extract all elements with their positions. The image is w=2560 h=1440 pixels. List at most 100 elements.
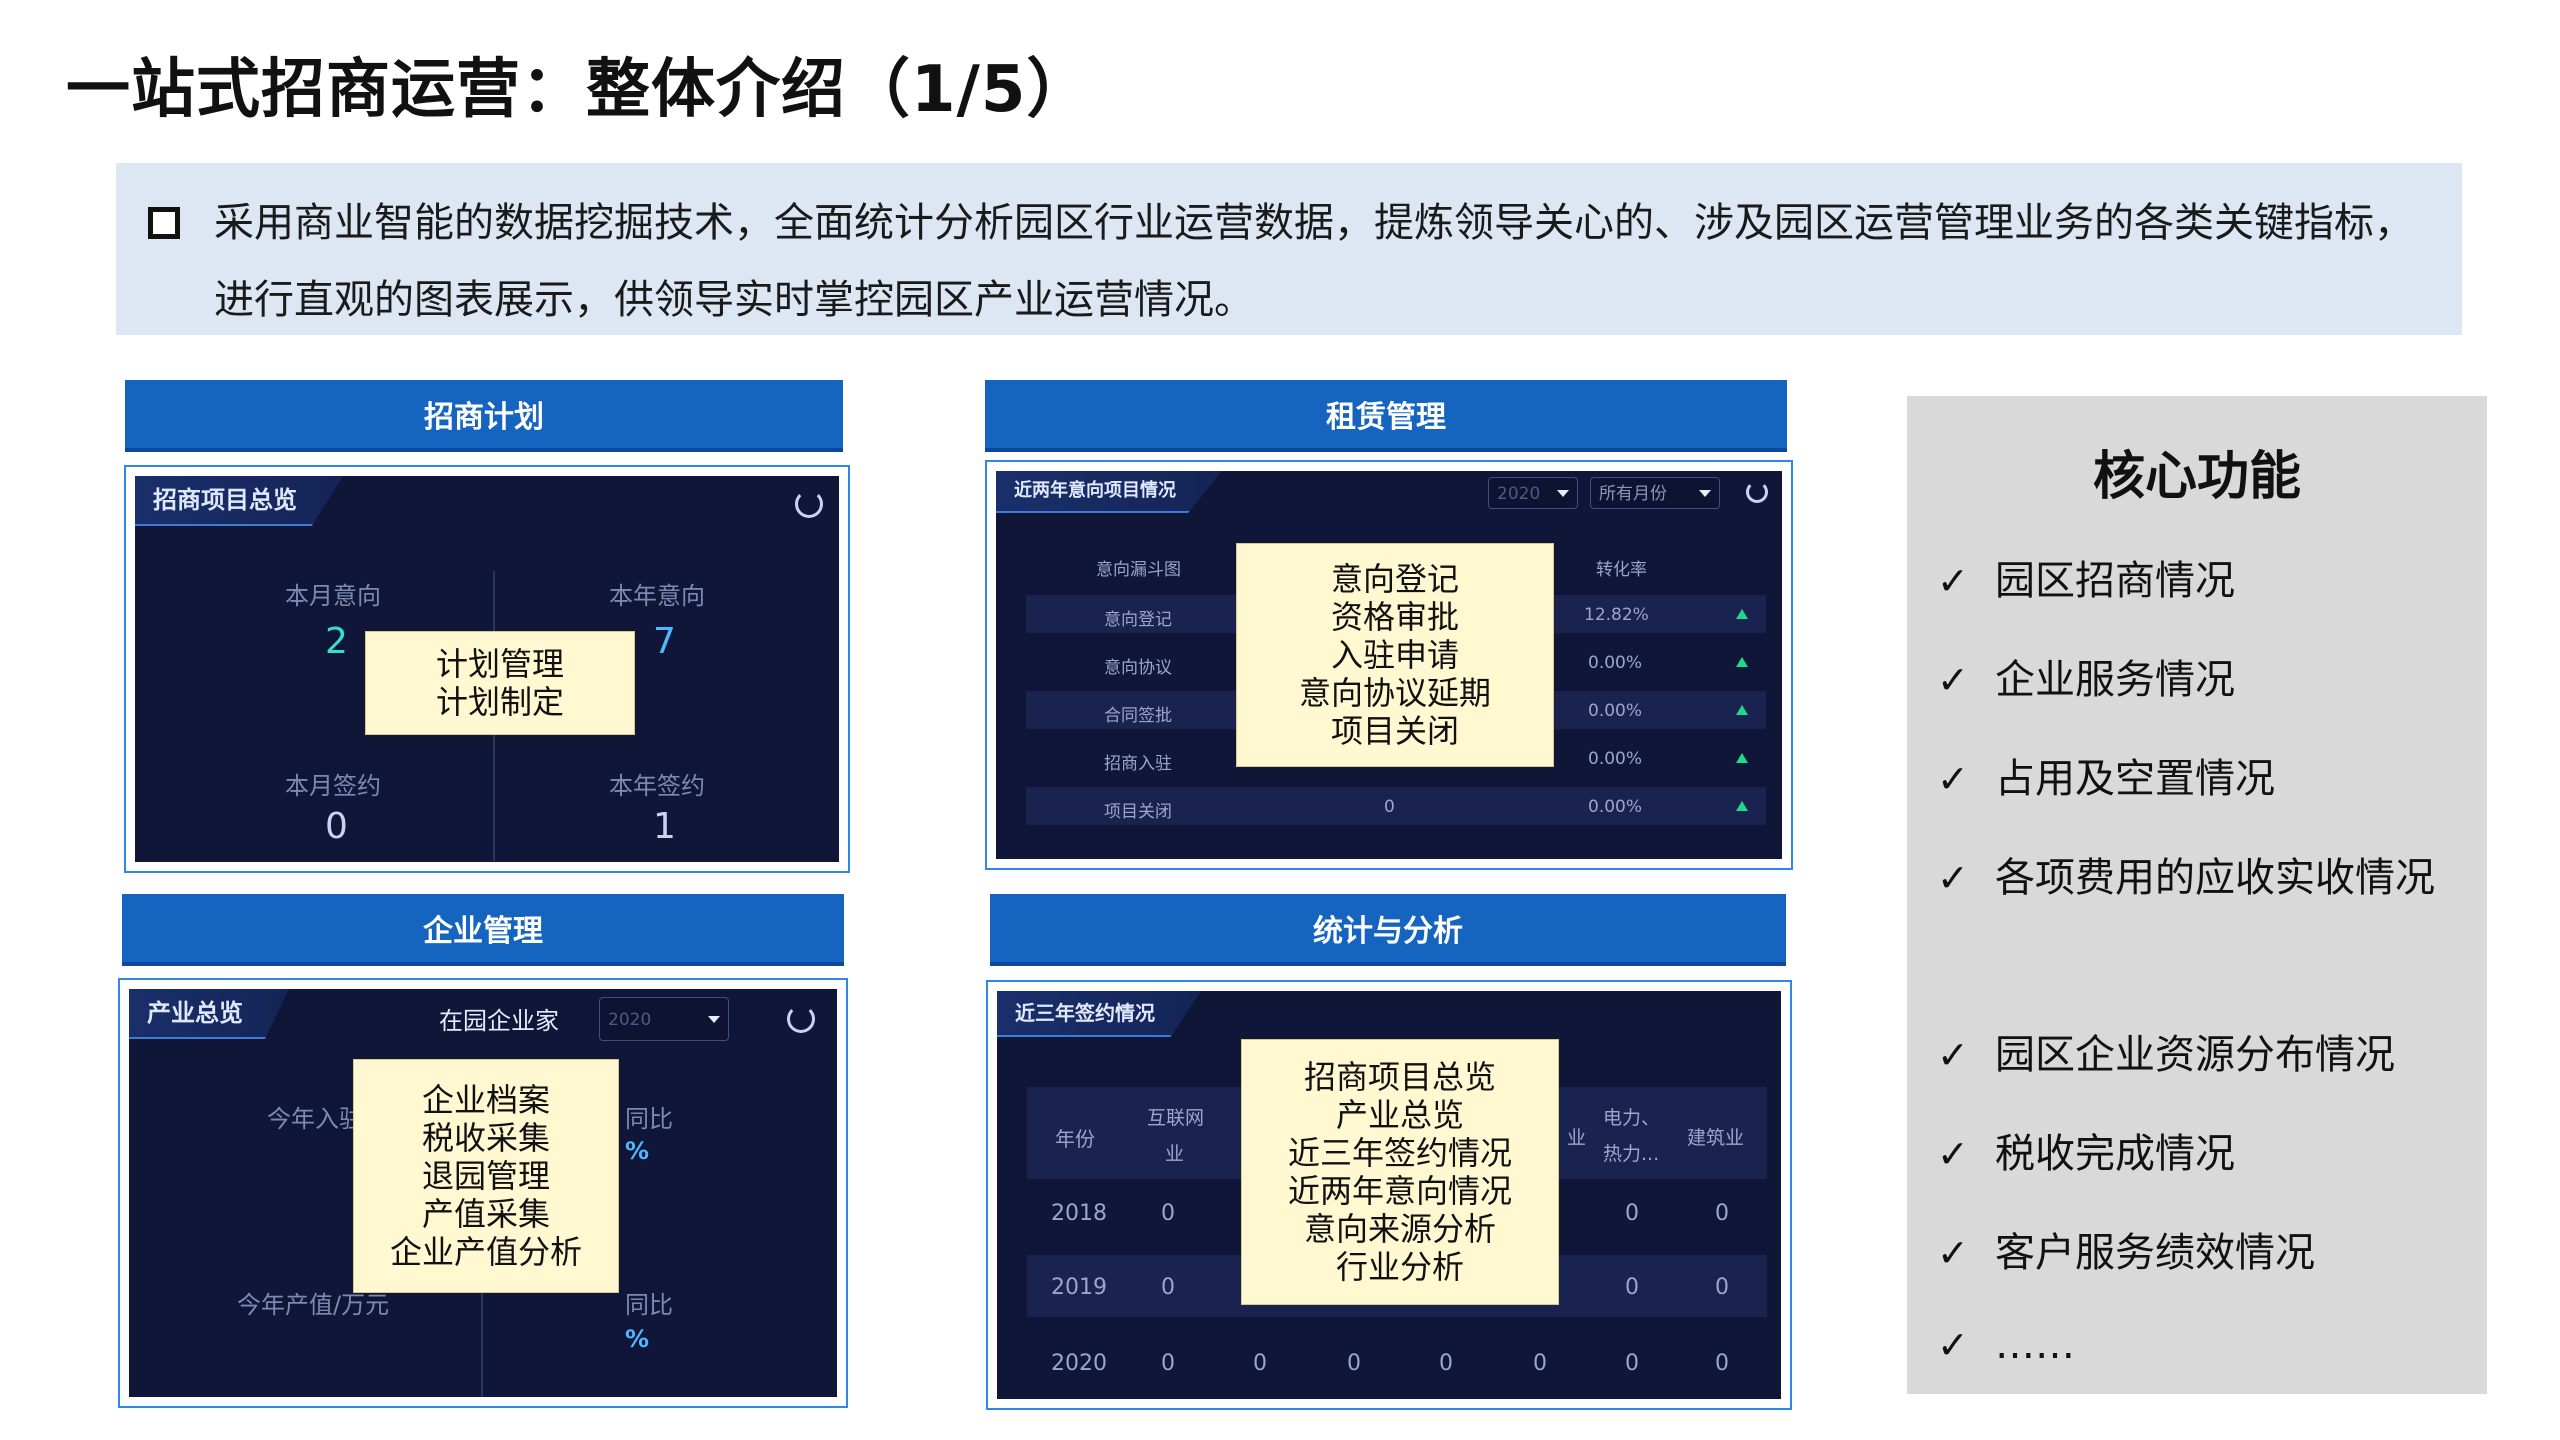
funnel-col-header: 意向漏斗图 xyxy=(1096,560,1181,580)
year-sign-label: 本年签约 xyxy=(609,772,705,800)
row-name: 合同签批 xyxy=(1104,706,1172,726)
row-value: 0 xyxy=(1715,1275,1729,1300)
core-functions-title: 核心功能 xyxy=(2092,447,2301,507)
core-item-label: 园区企业资源分布情况 xyxy=(1995,1032,2395,1078)
intro-box: 采用商业智能的数据挖掘技术，全面统计分析园区行业运营数据，提炼领导关心的、涉及园… xyxy=(116,163,2462,335)
entry-label: 今年入驻 xyxy=(267,1105,363,1133)
core-item: ✓ 客户服务绩效情况 xyxy=(1937,1214,2467,1292)
chevron-down-icon xyxy=(1699,490,1711,497)
core-item: ✓ 各项费用的应收实收情况 xyxy=(1937,839,2467,917)
row-name: 意向登记 xyxy=(1104,610,1172,630)
check-icon: ✓ xyxy=(1937,559,1969,603)
partial-col-header: 业 xyxy=(1567,1127,1587,1149)
enterprise-tab: 产业总览 xyxy=(129,989,289,1039)
core-item-label: 企业服务情况 xyxy=(1995,657,2235,703)
callout-line: 行业分析 xyxy=(1335,1248,1464,1286)
row-value: 0 xyxy=(1625,1351,1639,1376)
yoy-percent: % xyxy=(625,1325,650,1353)
check-icon: ✓ xyxy=(1937,1033,1969,1077)
year-select-value: 2020 xyxy=(1497,484,1541,504)
build-col-header: 建筑业 xyxy=(1687,1127,1745,1149)
plan-screenshot: 招商项目总览 本月意向 2 本年意向 7 本月签约 0 本年签约 1 计划管理 … xyxy=(124,465,850,873)
row-year: 2020 xyxy=(1051,1351,1107,1376)
up-arrow-icon xyxy=(1736,753,1748,763)
refresh-icon[interactable] xyxy=(787,1005,815,1033)
month-select[interactable]: 所有月份 xyxy=(1590,477,1720,509)
callout-line: 计划管理 xyxy=(435,645,564,683)
year-select-value: 2020 xyxy=(608,1010,652,1030)
year-select[interactable]: 2020 xyxy=(599,997,729,1041)
year-col-header: 年份 xyxy=(1055,1127,1095,1151)
up-arrow-icon xyxy=(1736,801,1748,811)
rate-col-header: 转化率 xyxy=(1596,560,1647,580)
year-select[interactable]: 2020 xyxy=(1488,477,1578,509)
lease-dashboard: 近两年意向项目情况 2020 所有月份 意向漏斗图 转化率 意向登记 12.82… xyxy=(996,471,1782,859)
core-item: ✓ 税收完成情况 xyxy=(1937,1115,2467,1193)
callout-line: 意向来源分析 xyxy=(1303,1210,1496,1248)
internet-col-header: 互联网 xyxy=(1147,1107,1205,1129)
plan-section-header: 招商计划 xyxy=(125,380,843,452)
check-icon: ✓ xyxy=(1937,1323,1969,1367)
callout-line: 近两年意向情况 xyxy=(1287,1172,1512,1210)
core-functions-panel: 核心功能 ✓ 园区招商情况 ✓ 企业服务情况 ✓ 占用及空置情况 ✓ 各项费用的应收实收… xyxy=(1907,396,2487,1394)
core-item: ✓ 园区招商情况 xyxy=(1937,542,2467,620)
stats-section-header: 统计与分析 xyxy=(990,894,1786,966)
callout-line: 项目关闭 xyxy=(1330,712,1459,750)
refresh-icon xyxy=(795,490,823,518)
row-rate: 0.00% xyxy=(1588,797,1643,817)
callout-line: 退园管理 xyxy=(421,1157,550,1195)
yoy-label: 同比 xyxy=(625,1105,673,1133)
row-year: 2019 xyxy=(1051,1275,1107,1300)
callout-line: 近三年签约情况 xyxy=(1287,1134,1512,1172)
row-value: 0 xyxy=(1161,1275,1175,1300)
chevron-down-icon xyxy=(1557,490,1569,497)
row-name: 项目关闭 xyxy=(1104,802,1172,822)
chevron-down-icon xyxy=(708,1016,720,1023)
check-icon: ✓ xyxy=(1937,1132,1969,1176)
lease-screenshot: 近两年意向项目情况 2020 所有月份 意向漏斗图 转化率 意向登记 12.82… xyxy=(985,460,1793,870)
row-value: 0 xyxy=(1161,1201,1175,1226)
stats-feature-callout: 招商项目总览 产业总览 近三年签约情况 近两年意向情况 意向来源分析 行业分析 xyxy=(1241,1039,1559,1305)
stats-tab: 近三年签约情况 xyxy=(997,991,1201,1037)
callout-line: 资格审批 xyxy=(1330,598,1459,636)
stats-screenshot: 近三年签约情况 年份 互联网 业 业 电力、 热力... 建筑业 2018 0 … xyxy=(986,980,1792,1410)
power-col-header: 电力、 xyxy=(1603,1107,1661,1129)
check-icon: ✓ xyxy=(1937,1231,1969,1275)
row-year: 2018 xyxy=(1051,1201,1107,1226)
row-name: 意向协议 xyxy=(1104,658,1172,678)
yoy-percent: % xyxy=(625,1137,650,1165)
enterprise-dashboard: 产业总览 在园企业家 2020 今年入驻 同比 % 今年产值/万元 同比 % 企… xyxy=(129,989,837,1397)
slide-title: 一站式招商运营：整体介绍（1/5） xyxy=(66,53,1092,127)
row-value: 0 xyxy=(1347,1351,1361,1376)
core-item-label: 税收完成情况 xyxy=(1995,1131,2235,1177)
row-rate: 12.82% xyxy=(1584,605,1649,625)
internet-col-header-2: 业 xyxy=(1165,1143,1185,1165)
plan-dashboard: 招商项目总览 本月意向 2 本年意向 7 本月签约 0 本年签约 1 计划管理 … xyxy=(135,476,839,862)
month-intent-label: 本月意向 xyxy=(285,582,381,610)
month-intent-value: 2 xyxy=(325,621,348,662)
row-value: 0 xyxy=(1715,1351,1729,1376)
core-item-label: 园区招商情况 xyxy=(1995,558,2235,604)
row-rate: 0.00% xyxy=(1588,653,1643,673)
lease-feature-callout: 意向登记 资格审批 入驻申请 意向协议延期 项目关闭 xyxy=(1236,543,1554,767)
lease-tab: 近两年意向项目情况 xyxy=(996,471,1222,513)
row-rate: 0.00% xyxy=(1588,701,1643,721)
row-value: 0 xyxy=(1625,1201,1639,1226)
core-item: ✓ …… xyxy=(1937,1306,2467,1384)
square-bullet-icon xyxy=(148,207,180,239)
row-value: 0 xyxy=(1253,1351,1267,1376)
refresh-icon[interactable] xyxy=(1746,481,1768,503)
check-icon: ✓ xyxy=(1937,658,1969,702)
plan-feature-callout: 计划管理 计划制定 xyxy=(365,631,635,735)
callout-line: 企业档案 xyxy=(421,1081,550,1119)
power-col-header-2: 热力... xyxy=(1603,1143,1660,1165)
year-intent-value: 7 xyxy=(653,621,676,662)
stats-dashboard: 近三年签约情况 年份 互联网 业 业 电力、 热力... 建筑业 2018 0 … xyxy=(997,991,1781,1399)
month-sign-value: 0 xyxy=(325,806,348,847)
callout-line: 招商项目总览 xyxy=(1303,1058,1496,1096)
year-intent-label: 本年意向 xyxy=(609,582,705,610)
filter-label: 在园企业家 xyxy=(439,1007,559,1035)
row-value: 0 xyxy=(1533,1351,1547,1376)
up-arrow-icon xyxy=(1736,657,1748,667)
core-item-label: 各项费用的应收实收情况 xyxy=(1995,855,2435,901)
